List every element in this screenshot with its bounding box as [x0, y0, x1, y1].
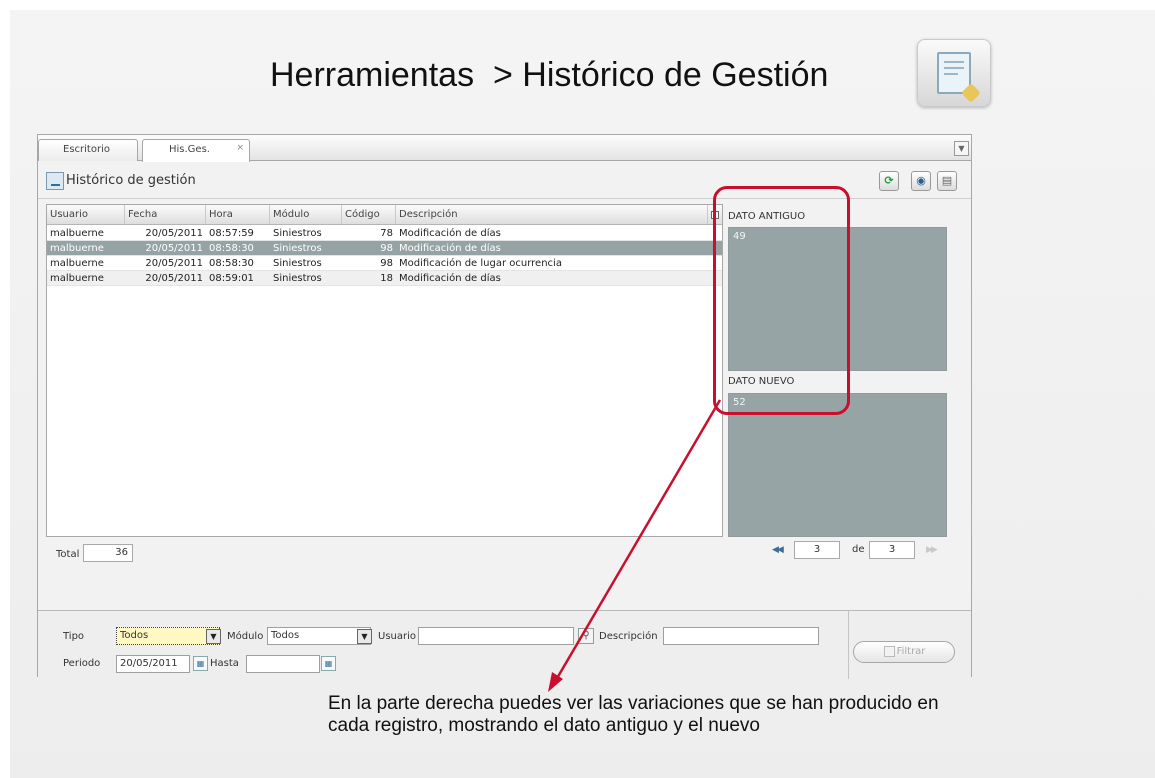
- callout-arrow: [548, 399, 722, 692]
- caption-text: En la parte derecha puedes ver las varia…: [328, 693, 939, 736]
